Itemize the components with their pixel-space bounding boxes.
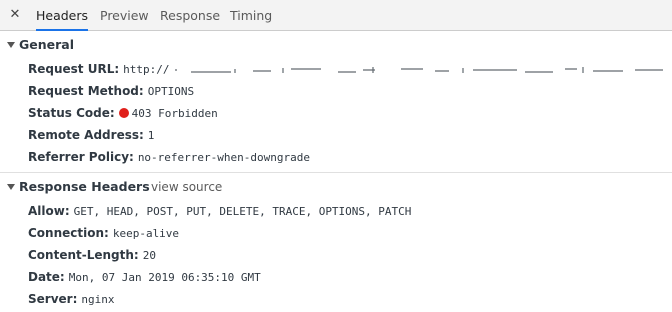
remote-address-key: Remote Address: bbox=[28, 128, 144, 142]
request-method-value: OPTIONS bbox=[147, 85, 195, 98]
referrer-policy-row: Referrer Policy: no-referrer-when-downgra… bbox=[28, 147, 310, 167]
request-url-key: Request URL: bbox=[28, 62, 120, 76]
general-section-header[interactable]: General bbox=[0, 34, 672, 56]
server-key: Server: bbox=[28, 292, 78, 306]
status-indicator-icon bbox=[118, 108, 129, 118]
remote-address-value: 1 bbox=[147, 129, 155, 142]
content-length-row: Content-Length: 20 bbox=[28, 245, 156, 265]
request-method-row: Request Method: OPTIONS bbox=[28, 81, 194, 101]
allow-row: Allow: GET, HEAD, POST, PUT, DELETE, TRAC… bbox=[28, 201, 411, 221]
request-url-value: http:// bbox=[123, 63, 170, 76]
request-url-row: Request URL: http:// bbox=[28, 59, 672, 79]
tab-headers[interactable]: Headers bbox=[36, 0, 89, 31]
allow-key: Allow: bbox=[28, 204, 70, 218]
tab-response[interactable]: Response bbox=[160, 0, 220, 30]
status-code-value: 403 Forbidden bbox=[131, 107, 218, 120]
referrer-policy-key: Referrer Policy: bbox=[28, 150, 134, 164]
view-source-link[interactable]: view source bbox=[151, 176, 222, 198]
collapse-triangle-icon[interactable] bbox=[7, 42, 15, 48]
tab-timing[interactable]: Timing bbox=[230, 0, 272, 30]
server-row: Server: nginx bbox=[28, 289, 115, 309]
date-key: Date: bbox=[28, 270, 65, 284]
connection-key: Connection: bbox=[28, 226, 109, 240]
tab-preview[interactable]: Preview bbox=[100, 0, 149, 30]
allow-value: GET, HEAD, POST, PUT, DELETE, TRACE, OPT… bbox=[73, 205, 412, 218]
content-length-value: 20 bbox=[142, 249, 156, 262]
section-divider bbox=[0, 172, 672, 173]
remote-address-row: Remote Address: 1 bbox=[28, 125, 154, 145]
referrer-policy-value: no-referrer-when-downgrade bbox=[137, 151, 310, 164]
section-title: General bbox=[19, 37, 74, 52]
redacted-url-mark bbox=[175, 66, 664, 73]
date-row: Date: Mon, 07 Jan 2019 06:35:10 GMT bbox=[28, 267, 261, 287]
status-code-row: Status Code: 403 Forbidden bbox=[28, 103, 218, 123]
server-value: nginx bbox=[81, 293, 115, 306]
connection-value: keep-alive bbox=[112, 227, 180, 240]
close-icon[interactable]: ✕ bbox=[6, 5, 24, 25]
devtools-tab-bar: ✕ Headers Preview Response Timing bbox=[0, 0, 672, 31]
date-value: Mon, 07 Jan 2019 06:35:10 GMT bbox=[68, 271, 261, 284]
request-method-key: Request Method: bbox=[28, 84, 144, 98]
status-code-key: Status Code: bbox=[28, 106, 115, 120]
section-title: Response Headers bbox=[19, 179, 150, 194]
collapse-triangle-icon[interactable] bbox=[7, 184, 15, 190]
connection-row: Connection: keep-alive bbox=[28, 223, 179, 243]
content-length-key: Content-Length: bbox=[28, 248, 139, 262]
response-headers-section-header[interactable]: Response Headers view source bbox=[0, 176, 672, 198]
